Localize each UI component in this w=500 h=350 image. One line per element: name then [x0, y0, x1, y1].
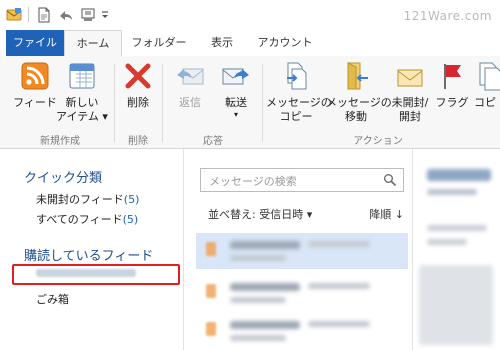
reply-button-label: 返信: [179, 96, 201, 109]
quick-views-heading[interactable]: クイック分類: [24, 167, 102, 186]
tab-folder[interactable]: フォルダー: [124, 30, 194, 56]
tab-account[interactable]: アカウント: [250, 30, 320, 56]
delete-button-label: 削除: [127, 96, 149, 109]
ribbon-tabs: ファイル ホーム フォルダー 表示 アカウント: [0, 30, 500, 57]
reply-icon[interactable]: [58, 7, 74, 23]
watermark-text: 121Ware.com: [403, 9, 492, 23]
message-source-blurred: [230, 255, 286, 261]
group-label-actions: アクション: [353, 136, 403, 147]
tab-file[interactable]: ファイル: [6, 30, 64, 56]
new-item-button[interactable]: 新しい アイテム ▾: [54, 60, 110, 124]
flag-button[interactable]: フラグ: [434, 60, 470, 110]
feed-item-icon: [206, 284, 216, 298]
unread-label-line1: 未開封/: [391, 96, 429, 109]
group-label-respond: 応答: [203, 136, 223, 147]
feed-button-label: フィード: [13, 96, 57, 109]
group-separator: [262, 64, 263, 142]
rss-feed-icon: [21, 62, 49, 90]
reading-meta-blurred: [427, 189, 477, 195]
message-date-blurred: [308, 241, 370, 247]
all-feeds-label: すべてのフィード: [36, 213, 123, 226]
all-feeds-count: (5): [122, 213, 139, 226]
message-source-blurred: [230, 297, 286, 303]
message-title-blurred: [230, 241, 300, 249]
copy-document-icon: [479, 62, 500, 91]
highlight-box: [12, 264, 180, 285]
flag-button-label: フラグ: [435, 96, 469, 109]
copy-message-button[interactable]: メッセージの コピー: [266, 60, 332, 124]
forward-button[interactable]: 転送 ▾: [214, 60, 258, 120]
message-title-blurred: [230, 283, 300, 291]
search-box[interactable]: [200, 168, 404, 192]
new-document-icon[interactable]: [36, 7, 52, 23]
sidebar-item-all-feeds[interactable]: すべてのフィード(5): [36, 211, 138, 227]
reading-line-blurred: [427, 225, 487, 231]
search-icon[interactable]: [383, 173, 397, 187]
subscribed-feeds-heading[interactable]: 購読しているフィード: [24, 245, 153, 264]
sidebar-item-unread-feeds[interactable]: 未開封のフィード(5): [36, 191, 139, 207]
ribbon: フィード 新しい アイテム ▾ 新規作成 削除 削除 返信 転送 ▾ 応答 メッ…: [0, 56, 500, 149]
message-title-blurred: [230, 321, 300, 329]
customize-toolbar-chevron-icon[interactable]: [100, 7, 110, 23]
copy-message-label-line1: メッセージの: [266, 96, 332, 109]
app-mail-icon[interactable]: [6, 7, 22, 23]
message-date-blurred: [308, 283, 370, 289]
mark-unread-read-button[interactable]: 未開封/ 開封: [386, 60, 434, 124]
forward-envelope-icon: [222, 68, 249, 85]
send-receive-icon[interactable]: [80, 7, 96, 23]
group-separator: [162, 64, 163, 142]
feed-item-icon: [206, 242, 216, 256]
flag-icon: [444, 64, 461, 89]
group-label-delete: 削除: [128, 136, 148, 147]
toolbar-separator: [28, 7, 29, 22]
copy-message-label-line2: コピー: [279, 110, 313, 123]
unread-label-line2: 開封: [399, 110, 421, 123]
new-item-label-line2: アイテム ▾: [56, 110, 108, 123]
delete-x-icon: [125, 63, 151, 89]
message-date-blurred: [308, 321, 370, 327]
reading-pane: [412, 149, 500, 350]
feed-item-icon: [206, 322, 216, 336]
message-list-item[interactable]: [196, 275, 408, 311]
message-list-item[interactable]: [196, 233, 408, 269]
forward-dropdown-arrow[interactable]: ▾: [214, 110, 258, 120]
unread-envelope-icon: [397, 69, 423, 87]
move-message-label-line2: 移動: [345, 110, 367, 123]
calendar-new-item-icon: [69, 63, 95, 89]
message-list: 並べ替え: 受信日時 ▾ 降順 ↓: [184, 149, 412, 350]
sort-bar: 並べ替え: 受信日時 ▾ 降順 ↓: [208, 206, 404, 222]
sort-order-toggle[interactable]: 降順 ↓: [369, 206, 404, 222]
reply-button[interactable]: 返信: [168, 60, 212, 110]
title-bar: 121Ware.com: [0, 0, 500, 31]
search-input[interactable]: [207, 172, 371, 190]
move-message-button[interactable]: メッセージの 移動: [326, 60, 392, 124]
copy-button-label: コピ: [474, 96, 496, 109]
reading-title-blurred: [427, 169, 491, 181]
group-separator: [114, 64, 115, 142]
reading-line-blurred: [427, 239, 467, 245]
reply-envelope-icon: [177, 68, 204, 85]
feed-button[interactable]: フィード: [10, 60, 60, 110]
sidebar-item-trash[interactable]: ごみ箱: [36, 291, 69, 307]
delete-button[interactable]: 削除: [118, 60, 158, 110]
group-label-new: 新規作成: [40, 136, 80, 147]
unread-feeds-count: (5): [123, 193, 140, 206]
tab-home[interactable]: ホーム: [64, 30, 122, 57]
copy-message-icon: [287, 62, 307, 90]
move-message-folder-icon: [347, 62, 368, 90]
forward-button-label: 転送: [225, 96, 247, 109]
move-message-label-line1: メッセージの: [326, 96, 392, 109]
folder-pane: クイック分類 未開封のフィード(5) すべてのフィード(5) 購読しているフィー…: [0, 149, 184, 350]
message-source-blurred: [230, 335, 286, 341]
message-list-item[interactable]: [196, 313, 408, 349]
sort-by-dropdown[interactable]: 並べ替え: 受信日時 ▾: [208, 208, 312, 221]
tab-view[interactable]: 表示: [198, 30, 246, 56]
reading-body-blurred: [419, 265, 493, 345]
copy-button-truncated[interactable]: コピ: [474, 60, 500, 110]
new-item-label-line1: 新しい: [65, 96, 99, 109]
unread-feeds-label: 未開封のフィード: [36, 193, 124, 206]
